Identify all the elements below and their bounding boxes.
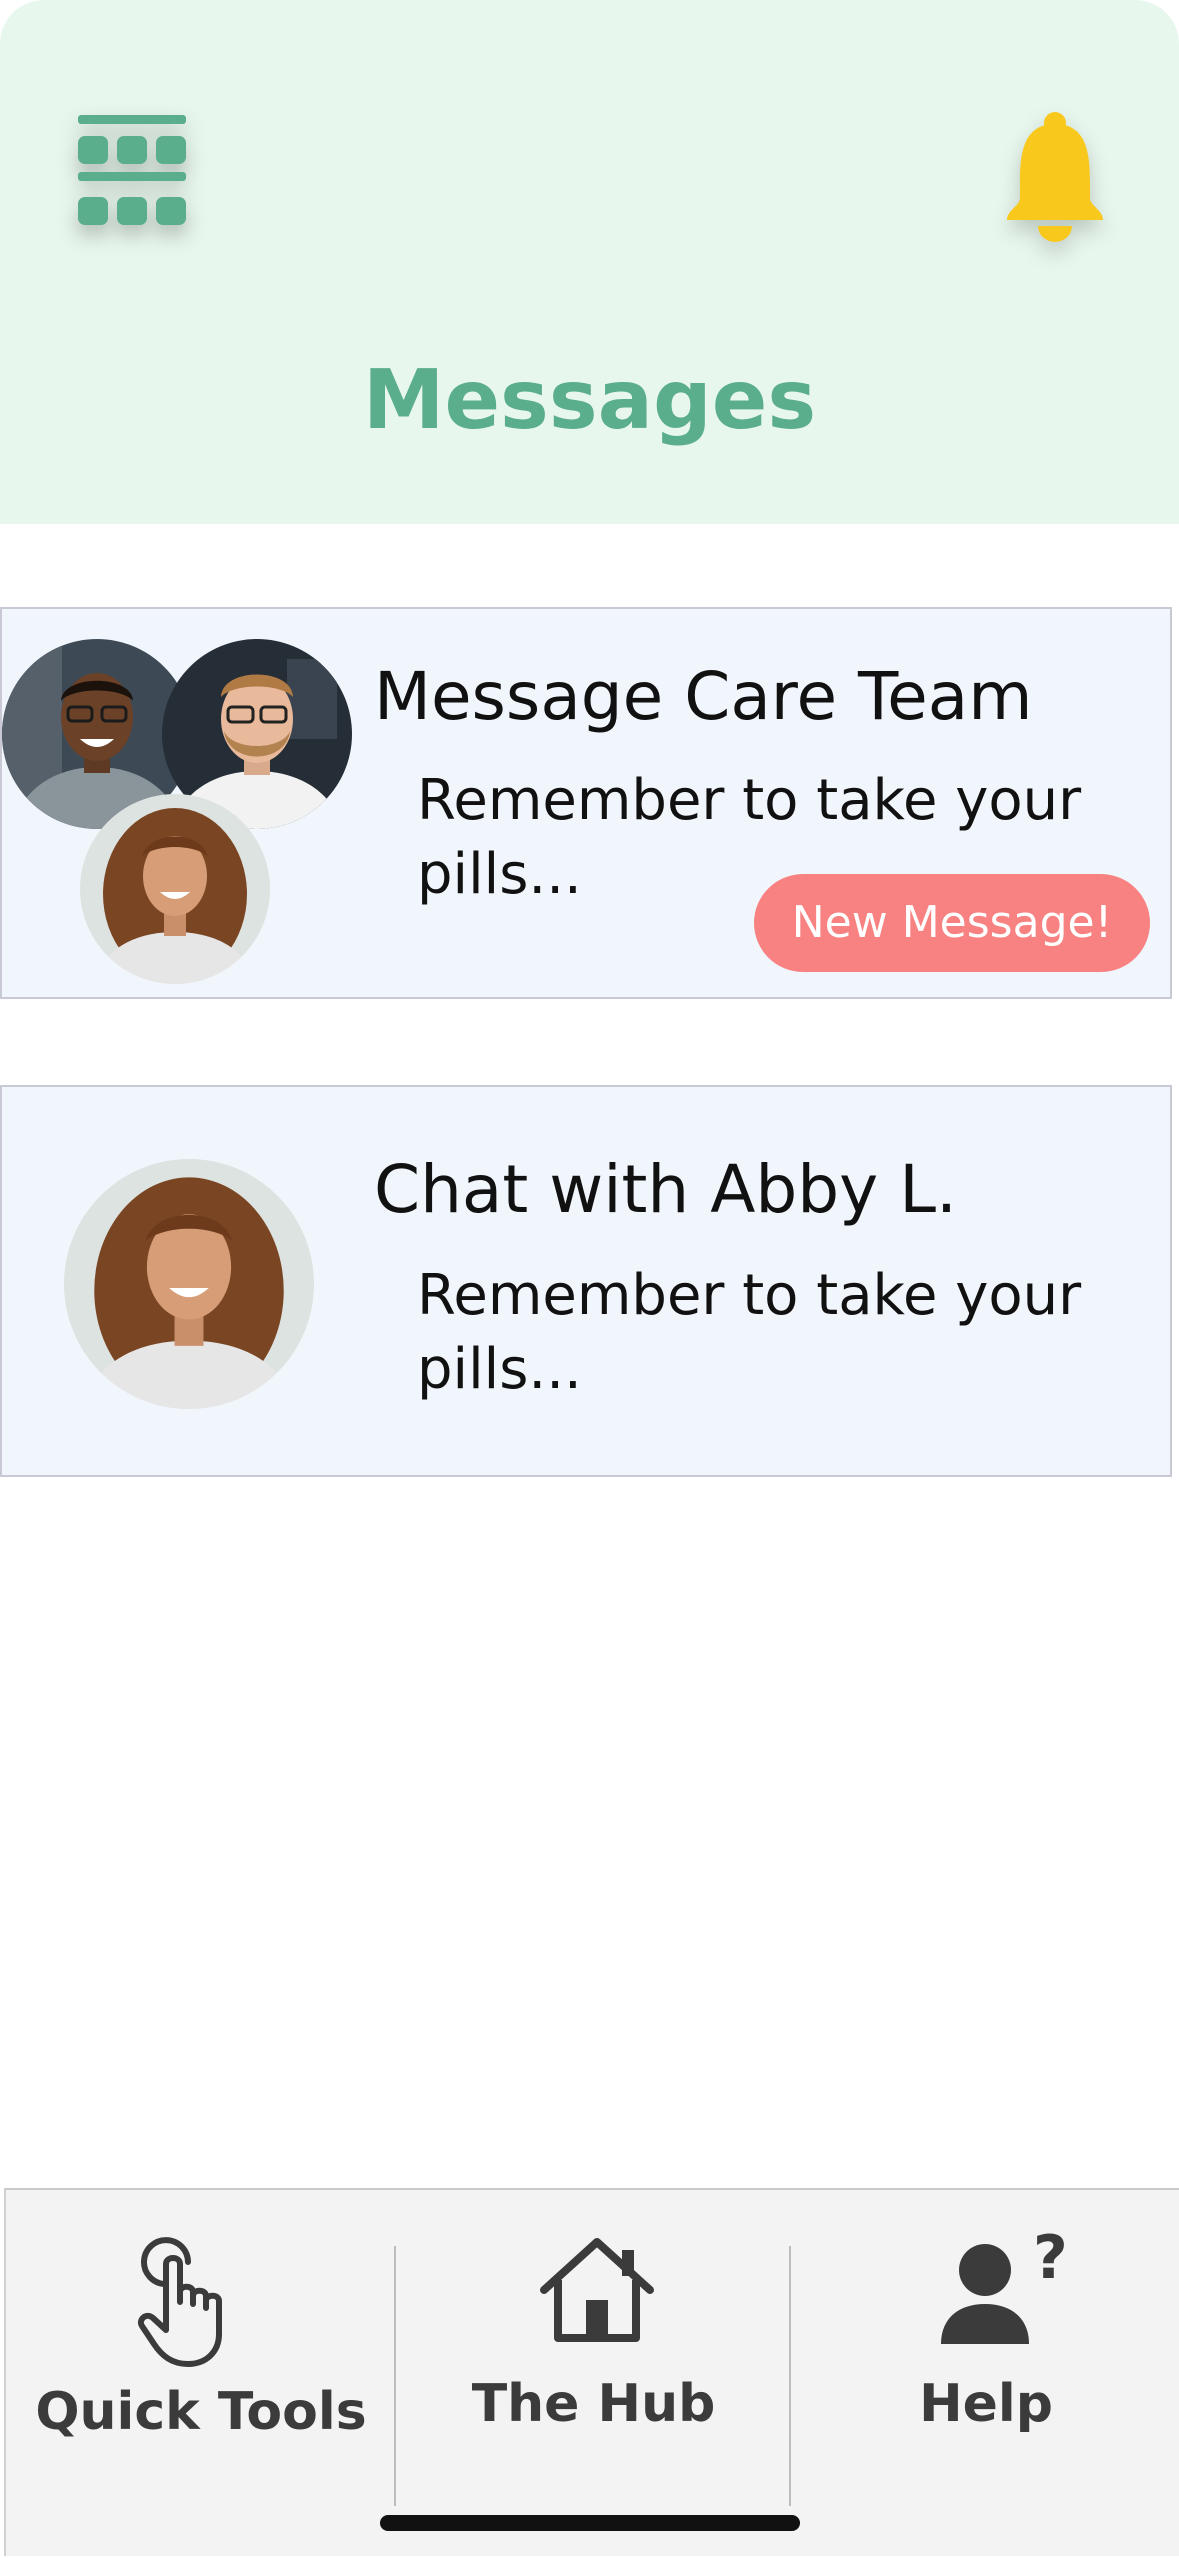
header: Messages	[0, 0, 1179, 524]
menu-button[interactable]	[60, 100, 200, 250]
bottom-navigation: Quick Tools The Hub ? Help	[4, 2188, 1179, 2556]
nav-help[interactable]: ? Help	[791, 2190, 1179, 2558]
nav-quick-tools[interactable]: Quick Tools	[6, 2190, 396, 2558]
notifications-button[interactable]	[990, 100, 1120, 250]
conversation-title: Chat with Abby L.	[374, 1151, 957, 1228]
avatar-woman-curly-hair	[64, 1159, 314, 1409]
home-indicator[interactable]	[380, 2515, 800, 2531]
pointing-hand-icon	[138, 2237, 222, 2367]
nav-label: Help	[919, 2374, 1053, 2434]
question-mark-icon: ?	[1033, 2223, 1068, 2293]
nav-label: Quick Tools	[35, 2382, 367, 2442]
nav-label: The Hub	[471, 2374, 716, 2434]
page-title: Messages	[362, 353, 817, 448]
new-message-badge[interactable]: New Message!	[754, 874, 1150, 972]
conversation-card-care-team[interactable]: Message Care Team Remember to take your …	[0, 607, 1172, 999]
avatar-woman-curly-hair	[80, 794, 270, 984]
grid-menu-icon	[78, 115, 186, 225]
nav-the-hub[interactable]: The Hub	[396, 2190, 791, 2558]
bell-icon	[1007, 112, 1103, 242]
conversation-card-abby[interactable]: Chat with Abby L. Remember to take your …	[0, 1085, 1172, 1477]
home-icon	[540, 2238, 654, 2342]
conversation-preview: Remember to take your pills...	[417, 1263, 1082, 1402]
conversation-title: Message Care Team	[374, 658, 1033, 735]
